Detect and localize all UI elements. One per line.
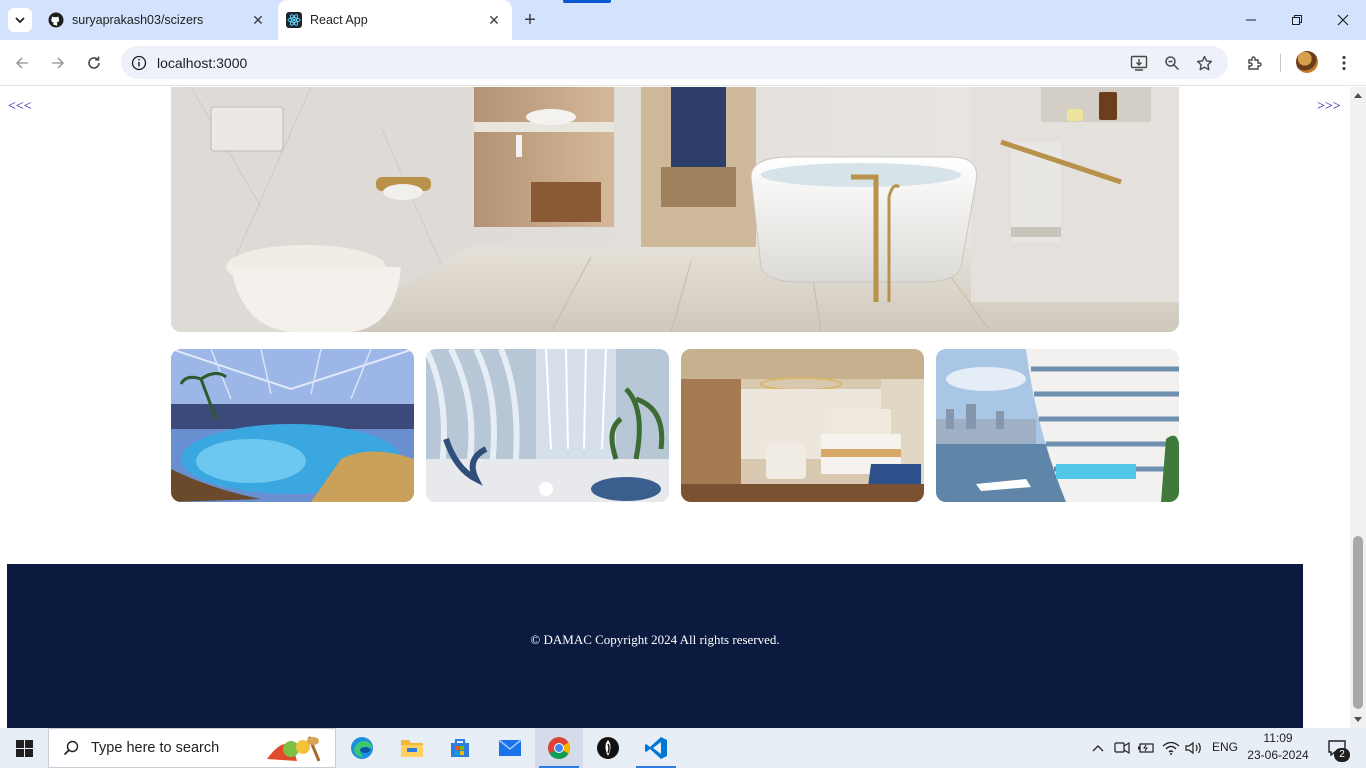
toolbar-divider (1280, 54, 1281, 72)
show-hidden-icons-chevron-icon[interactable] (1088, 738, 1108, 758)
scrollbar-thumb[interactable] (1353, 536, 1363, 709)
battery-icon[interactable] (1136, 738, 1156, 758)
indoor-pool-thumbnail[interactable] (171, 349, 414, 502)
system-clock[interactable]: 11:09 23-06-2024 (1244, 730, 1312, 764)
vscode-app[interactable] (632, 728, 680, 768)
tab-title: React App (310, 13, 368, 27)
menu-button[interactable] (1329, 48, 1359, 78)
window-close-button[interactable] (1320, 0, 1366, 40)
volume-icon[interactable] (1184, 738, 1204, 758)
waterfront-tower-thumbnail[interactable] (936, 349, 1179, 502)
tab-title: suryaprakash03/scizers (72, 13, 204, 27)
search-icon (63, 740, 79, 756)
site-info-icon[interactable] (129, 53, 149, 73)
wifi-icon[interactable] (1161, 738, 1181, 758)
lobby-waterfall-thumbnail[interactable] (426, 349, 669, 502)
meet-now-icon[interactable] (1112, 738, 1132, 758)
arrow-left-icon (15, 57, 28, 69)
prev-slide-link[interactable]: <<< (8, 99, 32, 115)
page-viewport: <<< >>> © DAMAC Copyright 2024 All right… (0, 87, 1350, 728)
start-button[interactable] (0, 728, 48, 768)
chrome-app[interactable] (535, 728, 583, 768)
restore-icon (1292, 15, 1302, 25)
file-explorer-app[interactable] (388, 728, 436, 768)
chrome-icon (548, 737, 570, 759)
react-icon (286, 12, 302, 28)
minimize-icon (1246, 19, 1256, 21)
file-explorer-icon (401, 740, 423, 757)
address-bar[interactable]: localhost:3000 (121, 46, 1228, 79)
hero-image (171, 87, 1179, 332)
reload-button[interactable] (79, 48, 109, 78)
hotel-bedroom-thumbnail[interactable] (681, 349, 924, 502)
copyright-text: © DAMAC Copyright 2024 All rights reserv… (530, 632, 780, 647)
zoom-icon[interactable] (1160, 51, 1184, 75)
search-placeholder: Type here to search (91, 740, 220, 756)
minimize-button[interactable] (1228, 0, 1274, 40)
tab-github[interactable]: suryaprakash03/scizers ✕ (40, 0, 276, 40)
mail-icon (498, 739, 522, 756)
install-app-icon[interactable] (1127, 51, 1151, 75)
scroll-down-arrow-icon[interactable] (1354, 717, 1362, 722)
close-icon[interactable]: ✕ (248, 10, 268, 30)
bookmark-star-icon[interactable] (1192, 51, 1216, 75)
page-scrollbar[interactable] (1350, 87, 1366, 728)
close-icon (1337, 14, 1349, 26)
tab-react-app[interactable]: React App ✕ (278, 0, 512, 40)
github-icon (48, 12, 64, 28)
arrow-right-icon (52, 57, 65, 69)
store-icon (451, 739, 469, 757)
maps-icon (597, 737, 619, 759)
vscode-icon (645, 737, 667, 759)
new-tab-button[interactable]: + (518, 8, 542, 32)
reload-icon (88, 56, 100, 69)
windows-logo-icon (15, 739, 33, 757)
mail-app[interactable] (486, 728, 534, 768)
back-button[interactable] (7, 48, 37, 78)
scroll-up-arrow-icon[interactable] (1354, 93, 1362, 98)
maps-app[interactable] (584, 728, 632, 768)
site-footer: © DAMAC Copyright 2024 All rights reserv… (7, 564, 1303, 728)
edge-app[interactable] (338, 728, 386, 768)
notification-count-badge: 2 (1334, 748, 1350, 762)
forward-button[interactable] (43, 48, 73, 78)
browser-toolbar: localhost:3000 (0, 40, 1366, 86)
tab-group-indicator (563, 0, 611, 3)
chevron-down-icon (15, 17, 25, 24)
close-icon[interactable]: ✕ (484, 10, 504, 30)
tab-strip: suryaprakash03/scizers ✕ React App ✕ + (0, 0, 1366, 40)
address-text[interactable]: localhost:3000 (157, 55, 247, 71)
restore-button[interactable] (1274, 0, 1320, 40)
next-slide-link[interactable]: >>> (1317, 99, 1341, 115)
profile-avatar[interactable] (1296, 51, 1318, 73)
clock-date: 23-06-2024 (1247, 748, 1309, 762)
language-indicator[interactable]: ENG (1212, 740, 1238, 754)
clock-time: 11:09 (1263, 731, 1293, 745)
more-vertical-icon (1342, 55, 1346, 71)
windows-taskbar: Type here to search ENG 11:09 23-06-2024… (0, 728, 1366, 768)
store-app[interactable] (436, 728, 484, 768)
search-highlight-icon (267, 736, 321, 762)
edge-icon (351, 737, 373, 759)
puzzle-icon (1248, 56, 1262, 70)
tab-search-button[interactable] (8, 8, 32, 32)
taskbar-search-box[interactable]: Type here to search (48, 728, 336, 768)
extensions-button[interactable] (1240, 48, 1270, 78)
